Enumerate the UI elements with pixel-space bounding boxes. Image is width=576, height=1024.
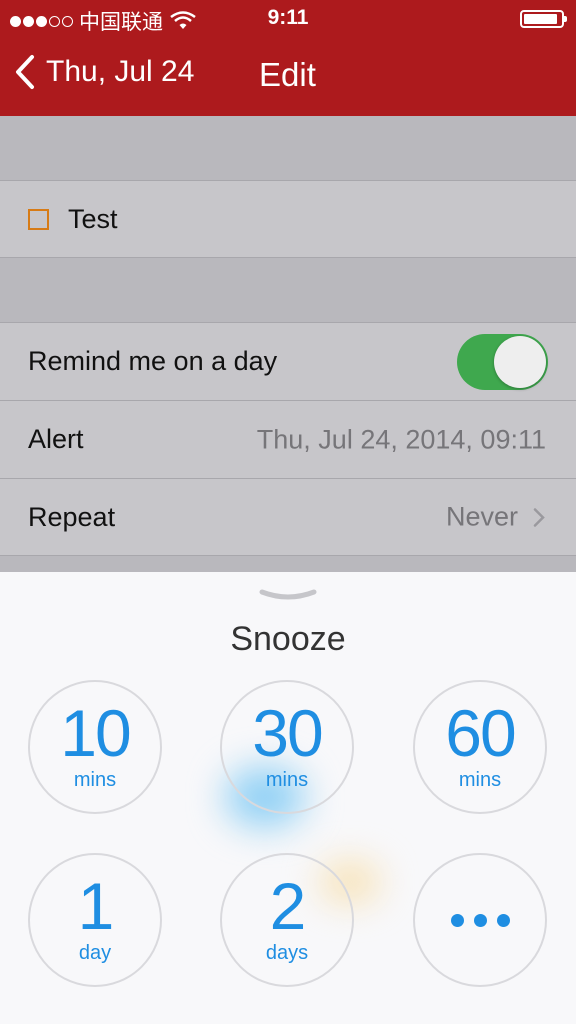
snooze-value: 10 [60, 696, 131, 770]
snooze-sheet: Snooze 10 mins 30 mins 60 mins 1 day 2 d… [0, 572, 576, 1024]
snooze-more-button[interactable] [413, 853, 547, 987]
nav-bar: Thu, Jul 24 Edit [0, 50, 576, 100]
back-chevron-icon [16, 55, 34, 89]
repeat-row[interactable]: Repeat Never [0, 478, 576, 556]
battery-icon [520, 10, 567, 28]
ellipsis-icon [450, 913, 510, 927]
main-content: Test Remind me on a day Alert Thu, Jul 2… [0, 116, 576, 556]
section-spacer [0, 116, 576, 180]
remind-toggle[interactable] [457, 333, 548, 390]
checkbox-icon[interactable] [28, 208, 49, 230]
remind-row: Remind me on a day [0, 322, 576, 400]
repeat-value-group: Never [446, 502, 546, 533]
sheet-handle-icon[interactable] [258, 588, 318, 604]
section-spacer [0, 258, 576, 322]
back-label: Thu, Jul 24 [46, 55, 195, 88]
snooze-unit: days [265, 942, 309, 964]
back-button[interactable]: Thu, Jul 24 [14, 54, 194, 90]
snooze-value: 60 [445, 696, 516, 770]
chevron-right-icon [533, 507, 545, 527]
alert-value: Thu, Jul 24, 2014, 09:11 [256, 424, 546, 454]
snooze-30-mins-button[interactable]: 30 mins [220, 680, 354, 814]
snooze-unit: mins [265, 769, 309, 791]
alert-row[interactable]: Alert Thu, Jul 24, 2014, 09:11 [0, 400, 576, 478]
snooze-value: 2 [269, 869, 307, 943]
repeat-value: Never [445, 501, 518, 532]
toggle-knob [494, 335, 546, 388]
remind-label: Remind me on a day [28, 346, 278, 376]
status-bar: 中国联通 9:11 [0, 0, 576, 36]
page-title: Edit [259, 56, 316, 93]
header: 中国联通 9:11 Thu, Jul 24 Edit [0, 0, 576, 116]
snooze-60-mins-button[interactable]: 60 mins [413, 680, 547, 814]
snooze-unit: day [78, 942, 112, 964]
snooze-2-days-button[interactable]: 2 days [220, 853, 354, 987]
repeat-label: Repeat [28, 501, 116, 532]
snooze-value: 30 [252, 696, 323, 770]
task-row[interactable]: Test [0, 180, 576, 258]
snooze-10-mins-button[interactable]: 10 mins [28, 680, 162, 814]
snooze-unit: mins [73, 769, 117, 791]
snooze-unit: mins [458, 769, 502, 791]
snooze-1-day-button[interactable]: 1 day [28, 853, 162, 987]
alert-label: Alert [28, 424, 84, 454]
status-time: 9:11 [267, 6, 309, 29]
snooze-title: Snooze [230, 620, 346, 658]
task-title[interactable]: Test [68, 204, 118, 235]
snooze-value: 1 [77, 869, 115, 943]
